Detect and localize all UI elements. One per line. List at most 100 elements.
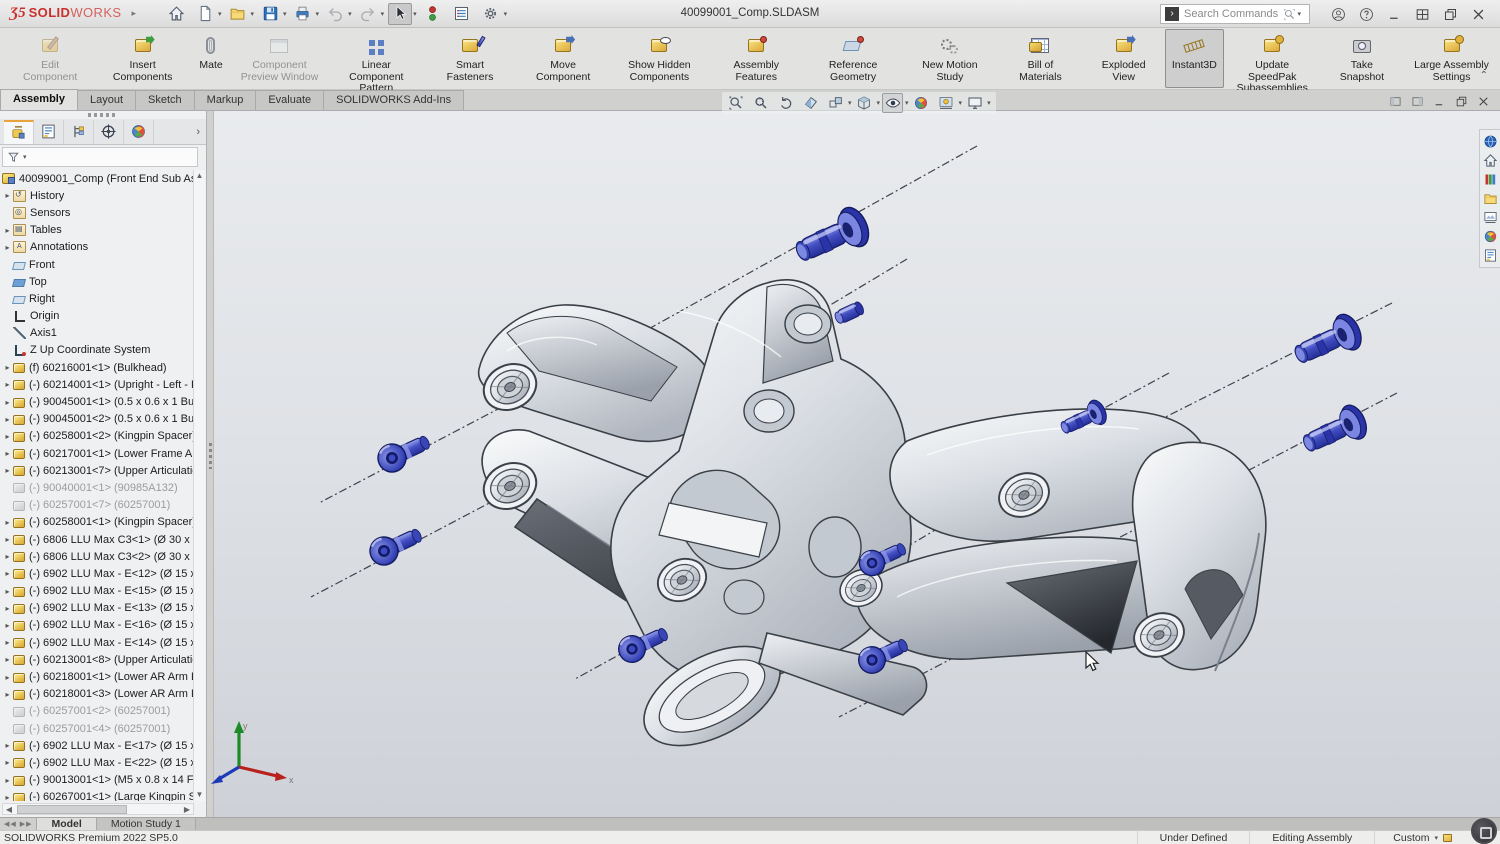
- solidworks-resources-icon[interactable]: [1481, 151, 1500, 170]
- tree-item[interactable]: ▸ Origin: [2, 308, 193, 325]
- pane-left-icon[interactable]: [1384, 93, 1406, 109]
- expand-arrow-icon[interactable]: ▸: [2, 226, 13, 235]
- tree-filter-box[interactable]: ▾: [2, 147, 198, 167]
- expand-arrow-icon[interactable]: ▸: [2, 690, 13, 699]
- take-snapshot-button[interactable]: Take Snapshot: [1321, 29, 1404, 88]
- appearances-scenes-icon[interactable]: [1481, 227, 1500, 246]
- tree-item[interactable]: ▸ (-) 60214001<1> (Upright - Left - RX): [2, 376, 193, 393]
- redo-icon[interactable]: [356, 3, 380, 25]
- featuremanager-tree-tab[interactable]: [4, 120, 34, 144]
- screen-recorder-overlay-icon[interactable]: [1471, 818, 1497, 844]
- new-motion-study-button[interactable]: New Motion Study: [901, 29, 998, 88]
- tree-item[interactable]: ▸ (-) 90013001<1> (M5 x 0.8 x 14 FHCS): [2, 772, 193, 789]
- save-icon[interactable]: [258, 3, 282, 25]
- tree-item[interactable]: ▸ (-) 90045001<1> (0.5 x 0.6 x 1 Bushing: [2, 393, 193, 410]
- tree-item[interactable]: ▸ (-) 60267001<1> (Large Kingpin Space: [2, 789, 193, 801]
- expand-arrow-icon[interactable]: ▸: [2, 363, 13, 372]
- command-tab[interactable]: Layout: [77, 90, 136, 110]
- logo-flyout-arrow[interactable]: ▸: [131, 8, 136, 19]
- scroll-left-arrow[interactable]: ◀: [3, 804, 15, 814]
- headsup-caret[interactable]: ▾: [959, 99, 963, 107]
- custom-toolbar-selector[interactable]: Custom ▾: [1374, 831, 1460, 844]
- tree-item[interactable]: ▸ (f) 60216001<1> (Bulkhead): [2, 359, 193, 376]
- tree-item[interactable]: ▸ (-) 60257001<4> (60257001): [2, 720, 193, 737]
- tree-horizontal-scrollbar[interactable]: ◀ ▶: [2, 803, 194, 815]
- dropdown-caret[interactable]: ▾: [348, 10, 352, 18]
- panel-splitter-grip[interactable]: [88, 113, 116, 117]
- update-speedpak-subassemblies-button[interactable]: Update SpeedPak Subassemblies: [1224, 29, 1321, 88]
- expand-arrow-icon[interactable]: ▸: [2, 793, 13, 801]
- model-tab[interactable]: Model: [37, 818, 96, 830]
- propertymanager-tab[interactable]: [34, 120, 64, 144]
- selection-filter-icon[interactable]: [421, 3, 445, 25]
- doc-minimize-icon[interactable]: [1428, 93, 1450, 109]
- linear-component-pattern-button[interactable]: Linear Component Pattern ▾: [328, 29, 425, 88]
- tree-item[interactable]: ▸ Sensors: [2, 204, 193, 221]
- dropdown-caret[interactable]: ▾: [251, 10, 255, 18]
- search-caret[interactable]: ▾: [1297, 10, 1301, 18]
- expand-arrow-icon[interactable]: ▸: [2, 758, 13, 767]
- scroll-right-arrow[interactable]: ▶: [181, 804, 193, 814]
- tree-item[interactable]: ▸ Tables: [2, 222, 193, 239]
- open-icon[interactable]: [226, 3, 250, 25]
- tree-item[interactable]: ▸ Axis1: [2, 325, 193, 342]
- solidworks-logo[interactable]: Ʒ5SOLIDWORKS: [10, 5, 121, 22]
- tree-item[interactable]: ▸ Z Up Coordinate System: [2, 342, 193, 359]
- bill-of-materials-button[interactable]: Bill of Materials: [998, 29, 1082, 88]
- help-icon[interactable]: [1352, 3, 1380, 25]
- expand-arrow-icon[interactable]: ▸: [2, 587, 13, 596]
- scroll-up-arrow[interactable]: ▲: [194, 170, 205, 182]
- tree-vertical-scrollbar[interactable]: ▲ ▼: [193, 170, 205, 801]
- displaymanager-tab[interactable]: [124, 120, 154, 144]
- command-manager-icon[interactable]: [450, 3, 474, 25]
- close-icon[interactable]: [1464, 3, 1492, 25]
- zoom-to-area-icon[interactable]: [750, 93, 771, 113]
- tree-item[interactable]: ▸ (-) 6806 LLU Max C3<2> (Ø 30 x Ø 42: [2, 548, 193, 565]
- search-commands-box[interactable]: › Search Commands ▾: [1160, 4, 1310, 24]
- tree-item[interactable]: ▸ Right: [2, 290, 193, 307]
- doc-close-icon[interactable]: [1472, 93, 1494, 109]
- minimize-icon[interactable]: [1380, 3, 1408, 25]
- model-tab[interactable]: Motion Study 1: [97, 818, 196, 830]
- tree-item[interactable]: ▸ (-) 60218001<1> (Lower AR Arm Linka: [2, 668, 193, 685]
- tree-item[interactable]: ▸ History: [2, 187, 193, 204]
- headsup-caret[interactable]: ▾: [877, 99, 881, 107]
- previous-view-icon[interactable]: [775, 93, 796, 113]
- expand-arrow-icon[interactable]: ▸: [2, 776, 13, 785]
- tree-item[interactable]: ▸ (-) 60258001<2> (Kingpin Spacer): [2, 428, 193, 445]
- options-icon[interactable]: [479, 3, 503, 25]
- headsup-caret[interactable]: ▾: [987, 99, 991, 107]
- instant3d-button[interactable]: Instant3D: [1165, 29, 1224, 88]
- expand-arrow-icon[interactable]: ▸: [2, 191, 13, 200]
- tile-windows-icon[interactable]: [1408, 3, 1436, 25]
- dropdown-caret[interactable]: ▾: [316, 10, 320, 18]
- assembly-features-button[interactable]: Assembly Features ▾: [708, 29, 805, 88]
- apply-scene-icon[interactable]: [936, 93, 957, 113]
- tree-item[interactable]: ▸ Annotations: [2, 239, 193, 256]
- command-tab[interactable]: Sketch: [135, 90, 195, 110]
- scroll-down-arrow[interactable]: ▼: [194, 789, 205, 801]
- restore-icon[interactable]: [1436, 3, 1464, 25]
- tree-item[interactable]: ▸ Front: [2, 256, 193, 273]
- view-orientation-icon[interactable]: [854, 93, 875, 113]
- command-tab[interactable]: Markup: [194, 90, 257, 110]
- section-view-icon[interactable]: [800, 93, 821, 113]
- command-tab[interactable]: Assembly: [0, 89, 78, 110]
- print-icon[interactable]: [291, 3, 315, 25]
- reference-geometry-button[interactable]: Reference Geometry ▾: [805, 29, 902, 88]
- tree-item[interactable]: ▸ (-) 60257001<2> (60257001): [2, 703, 193, 720]
- expand-arrow-icon[interactable]: ▸: [2, 552, 13, 561]
- pane-right-icon[interactable]: [1406, 93, 1428, 109]
- graphics-viewport[interactable]: y x z: [207, 111, 1500, 817]
- tree-item[interactable]: ▸ (-) 60218001<3> (Lower AR Arm Linka: [2, 686, 193, 703]
- view-settings-icon[interactable]: [964, 93, 985, 113]
- select-icon[interactable]: [388, 3, 412, 25]
- custom-caret[interactable]: ▾: [1434, 834, 1438, 842]
- expand-arrow-icon[interactable]: ▸: [2, 432, 13, 441]
- new-document-icon[interactable]: [193, 3, 217, 25]
- design-library-icon[interactable]: [1481, 170, 1500, 189]
- tab-scroll-buttons[interactable]: ◀◀ ▶▶: [0, 818, 37, 830]
- tree-item[interactable]: ▸ (-) 90045001<2> (0.5 x 0.6 x 1 Bushing: [2, 411, 193, 428]
- dropdown-caret[interactable]: ▾: [504, 10, 508, 18]
- smart-fasteners-button[interactable]: Smart Fasteners: [425, 29, 516, 88]
